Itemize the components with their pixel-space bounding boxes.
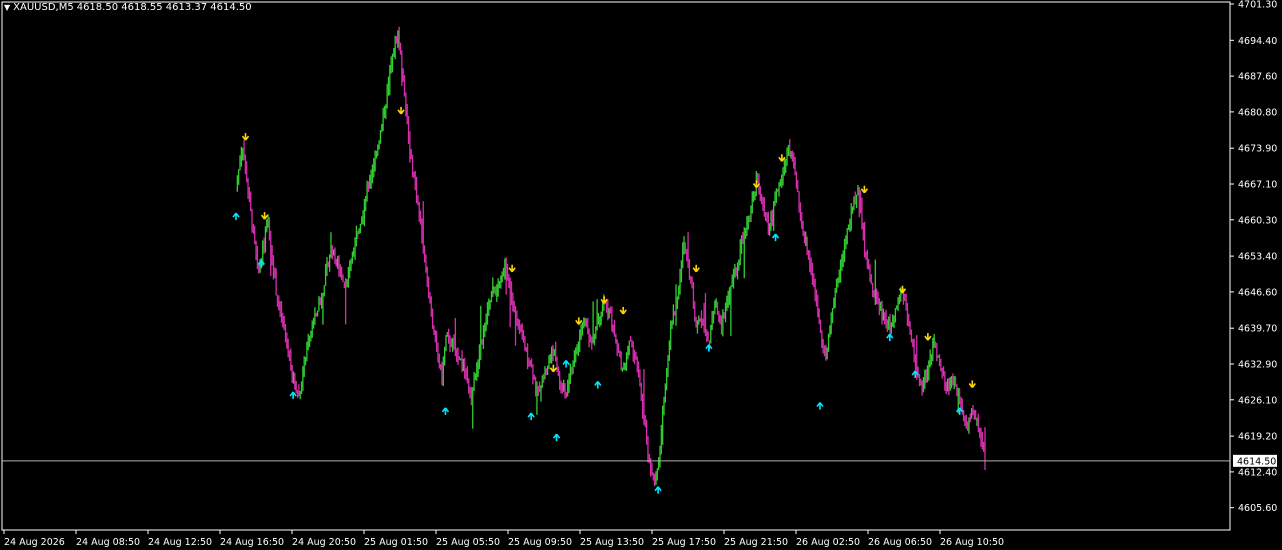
y-tick-label: 4701.30: [1238, 0, 1277, 11]
buy-arrow-icon: [705, 344, 713, 352]
y-tick-label: 4673.90: [1238, 144, 1277, 155]
buy-arrow-icon: [527, 412, 535, 421]
sell-arrow-icon: [924, 333, 932, 341]
sell-arrow-icon: [260, 212, 269, 220]
buy-arrow-icon: [771, 233, 780, 242]
x-tick-label: 25 Aug 01:50: [364, 537, 428, 548]
y-tick-label: 4639.70: [1238, 324, 1277, 335]
x-tick-label: 24 Aug 16:50: [220, 537, 284, 548]
sell-arrow-icon: [575, 317, 583, 325]
sell-arrow-icon: [619, 306, 627, 315]
sell-arrow-icon: [968, 380, 976, 389]
y-tick-label: 4667.10: [1238, 180, 1277, 191]
y-axis: 4701.30 4694.40 4687.60 4680.80 4673.90 4667.…: [1230, 0, 1277, 514]
buy-arrow-icon: [654, 486, 662, 494]
sell-arrow-icon: [241, 133, 250, 141]
y-tick-label: 4646.60: [1238, 287, 1277, 298]
y-tick-label: 4660.30: [1238, 215, 1277, 226]
buy-arrow-icon: [232, 212, 240, 221]
buy-arrow-icon: [441, 407, 450, 415]
y-tick-label: 4619.20: [1238, 432, 1277, 443]
y-tick-label: 4632.90: [1238, 360, 1277, 371]
x-tick-label: 24 Aug 08:50: [76, 537, 140, 548]
buy-arrow-icon: [289, 391, 297, 400]
x-tick-label: 24 Aug 2026: [4, 537, 65, 548]
price-chart[interactable]: 4701.30 4694.40 4687.60 4680.80 4673.90 4667.…: [0, 0, 1282, 550]
buy-arrow-icon: [816, 402, 824, 410]
x-tick-label: 24 Aug 20:50: [292, 537, 356, 548]
y-tick-label: 4653.40: [1238, 252, 1277, 263]
x-tick-label: 25 Aug 13:50: [580, 537, 644, 548]
candles-layer: [236, 26, 986, 487]
sell-arrow-icon: [397, 106, 405, 115]
sell-arrow-icon: [549, 364, 558, 373]
x-tick-label: 25 Aug 21:50: [724, 537, 788, 548]
buy-arrow-icon: [552, 433, 561, 442]
current-price-label: 4614.50: [1237, 456, 1276, 467]
y-tick-label: 4626.10: [1238, 395, 1277, 406]
buy-arrow-icon: [562, 359, 570, 368]
x-tick-label: 26 Aug 06:50: [868, 537, 932, 548]
sell-arrow-icon: [860, 185, 869, 194]
x-tick-label: 25 Aug 09:50: [508, 537, 572, 548]
y-tick-label: 4612.40: [1238, 467, 1277, 478]
x-tick-label: 26 Aug 10:50: [940, 537, 1004, 548]
x-tick-label: 24 Aug 12:50: [148, 537, 212, 548]
arrows-layer: [232, 106, 976, 494]
x-axis: 24 Aug 2026 24 Aug 08:50 24 Aug 12:50 24 Au…: [3, 530, 1004, 548]
sell-arrow-icon: [508, 264, 516, 273]
y-tick-label: 4694.40: [1238, 36, 1277, 47]
buy-arrow-icon: [594, 381, 602, 389]
x-tick-label: 25 Aug 05:50: [436, 537, 500, 548]
x-tick-label: 25 Aug 17:50: [652, 537, 716, 548]
x-tick-label: 26 Aug 02:50: [796, 537, 860, 548]
sell-arrow-icon: [692, 264, 700, 273]
buy-arrow-icon: [886, 333, 894, 342]
plot-frame: [1, 1, 1231, 531]
y-tick-label: 4687.60: [1238, 72, 1277, 83]
y-tick-label: 4680.80: [1238, 107, 1277, 118]
y-tick-label: 4605.60: [1238, 503, 1277, 514]
